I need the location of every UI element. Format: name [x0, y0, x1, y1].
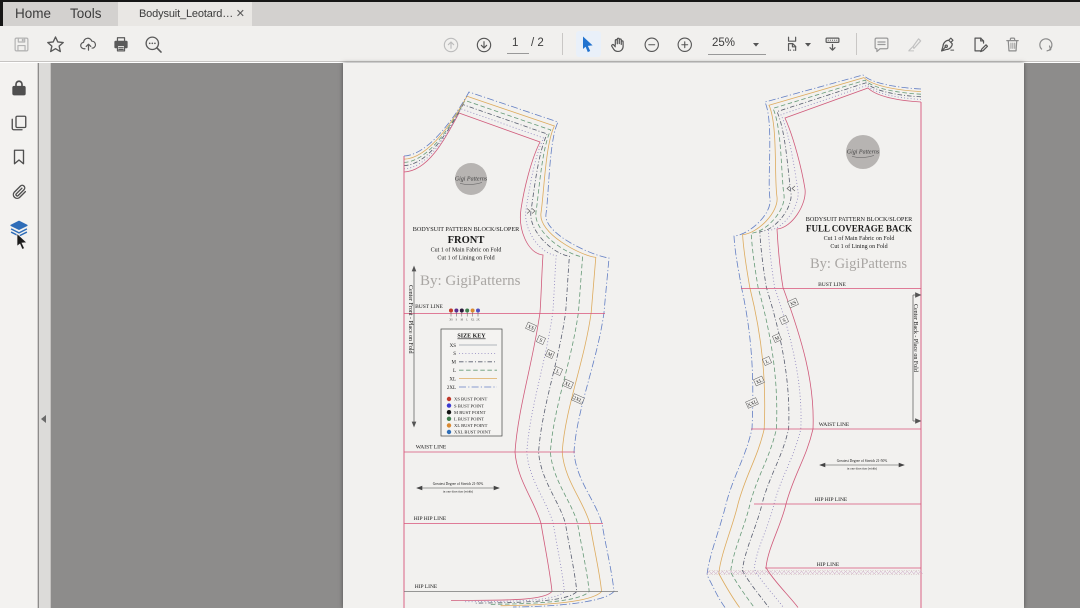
svg-text:By: GigiPatterns: By: GigiPatterns [420, 273, 521, 289]
svg-text:Cut 1 of Lining on Fold: Cut 1 of Lining on Fold [437, 255, 494, 262]
svg-text:BUST LINE: BUST LINE [818, 282, 846, 288]
svg-text:BODYSUIT PATTERN BLOCK/SLOPER: BODYSUIT PATTERN BLOCK/SLOPER [806, 216, 913, 223]
svg-text:in one direction (width): in one direction (width) [443, 490, 473, 494]
svg-text:Center Front - Place on Fold: Center Front - Place on Fold [407, 285, 413, 354]
svg-text:FULL COVERAGE BACK: FULL COVERAGE BACK [806, 224, 912, 234]
svg-text:XS: XS [449, 319, 453, 322]
svg-text:BUST LINE: BUST LINE [415, 304, 443, 310]
svg-text:WAIST LINE: WAIST LINE [819, 422, 850, 428]
svg-text:XL: XL [449, 377, 456, 382]
svg-text:HIP LINE: HIP LINE [817, 562, 840, 568]
svg-text:XS BUST POINT: XS BUST POINT [454, 397, 488, 402]
svg-text:Center Back - Place on Fold: Center Back - Place on Fold [912, 304, 918, 372]
svg-text:Gigi Patterns: Gigi Patterns [847, 150, 880, 156]
svg-text:HIP HIP LINE: HIP HIP LINE [414, 516, 447, 522]
svg-text:WAIST LINE: WAIST LINE [416, 445, 447, 451]
svg-text:M BUST POINT: M BUST POINT [454, 410, 486, 415]
svg-text:M: M [452, 361, 457, 366]
svg-text:S: S [456, 319, 458, 322]
svg-text:Cut 1 of Main Fabric on Fold: Cut 1 of Main Fabric on Fold [824, 235, 895, 242]
svg-text:S: S [453, 352, 456, 357]
svg-text:XL: XL [471, 319, 475, 322]
svg-text:XXL BUST POINT: XXL BUST POINT [454, 430, 491, 435]
svg-text:L: L [453, 369, 456, 374]
svg-text:M: M [461, 319, 464, 322]
svg-text:L BUST POINT: L BUST POINT [454, 417, 484, 422]
svg-text:L: L [466, 319, 468, 322]
svg-text:SIZE KEY: SIZE KEY [457, 334, 486, 340]
svg-text:BODYSUIT PATTERN BLOCK/SLOPER: BODYSUIT PATTERN BLOCK/SLOPER [413, 226, 520, 233]
svg-text:Greatest Degree of Stretch 21-: Greatest Degree of Stretch 21-50% [837, 459, 888, 463]
svg-text:Greatest Degree of Stretch 21-: Greatest Degree of Stretch 21-50% [433, 482, 484, 486]
svg-text:By: GigiPatterns: By: GigiPatterns [810, 256, 907, 272]
svg-text:XS: XS [450, 344, 457, 349]
svg-text:Cut 1 of Lining on Fold: Cut 1 of Lining on Fold [830, 243, 887, 250]
svg-text:2X: 2X [476, 319, 479, 322]
svg-text:HIP HIP LINE: HIP HIP LINE [815, 497, 848, 503]
svg-text:HIP LINE: HIP LINE [415, 584, 438, 590]
svg-text:S BUST POINT: S BUST POINT [454, 403, 484, 408]
svg-text:Gigi Patterns: Gigi Patterns [455, 177, 488, 183]
svg-text:2XL: 2XL [447, 386, 456, 391]
svg-text:Cut 1 of Main Fabric on Fold: Cut 1 of Main Fabric on Fold [431, 247, 502, 254]
svg-text:FRONT: FRONT [448, 235, 485, 246]
svg-text:in one direction (width): in one direction (width) [847, 467, 877, 471]
svg-text:XL BUST POINT: XL BUST POINT [454, 423, 488, 428]
